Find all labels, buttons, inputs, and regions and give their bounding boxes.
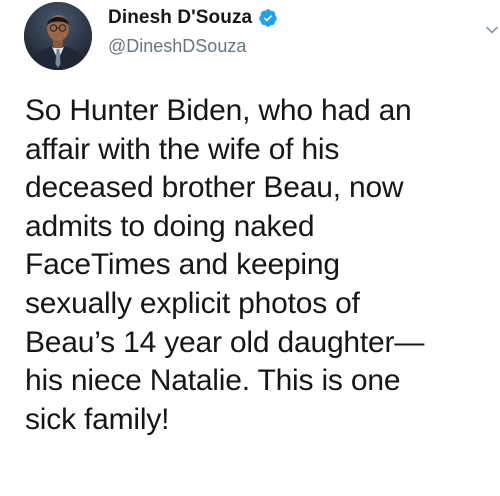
author-handle[interactable]: @DineshDSouza: [108, 36, 246, 57]
author-name-row[interactable]: Dinesh D'Souza: [108, 6, 278, 30]
avatar[interactable]: [24, 2, 92, 70]
tweet-card: Dinesh D'Souza @DineshDSouza So Hunter B…: [0, 0, 500, 496]
verified-badge-icon: [258, 8, 278, 28]
tweet-text: So Hunter Biden, who had an affair with …: [25, 94, 425, 436]
chevron-down-icon[interactable]: [484, 22, 500, 38]
profile-photo-icon: [24, 2, 92, 70]
author-display-name[interactable]: Dinesh D'Souza: [108, 7, 252, 29]
